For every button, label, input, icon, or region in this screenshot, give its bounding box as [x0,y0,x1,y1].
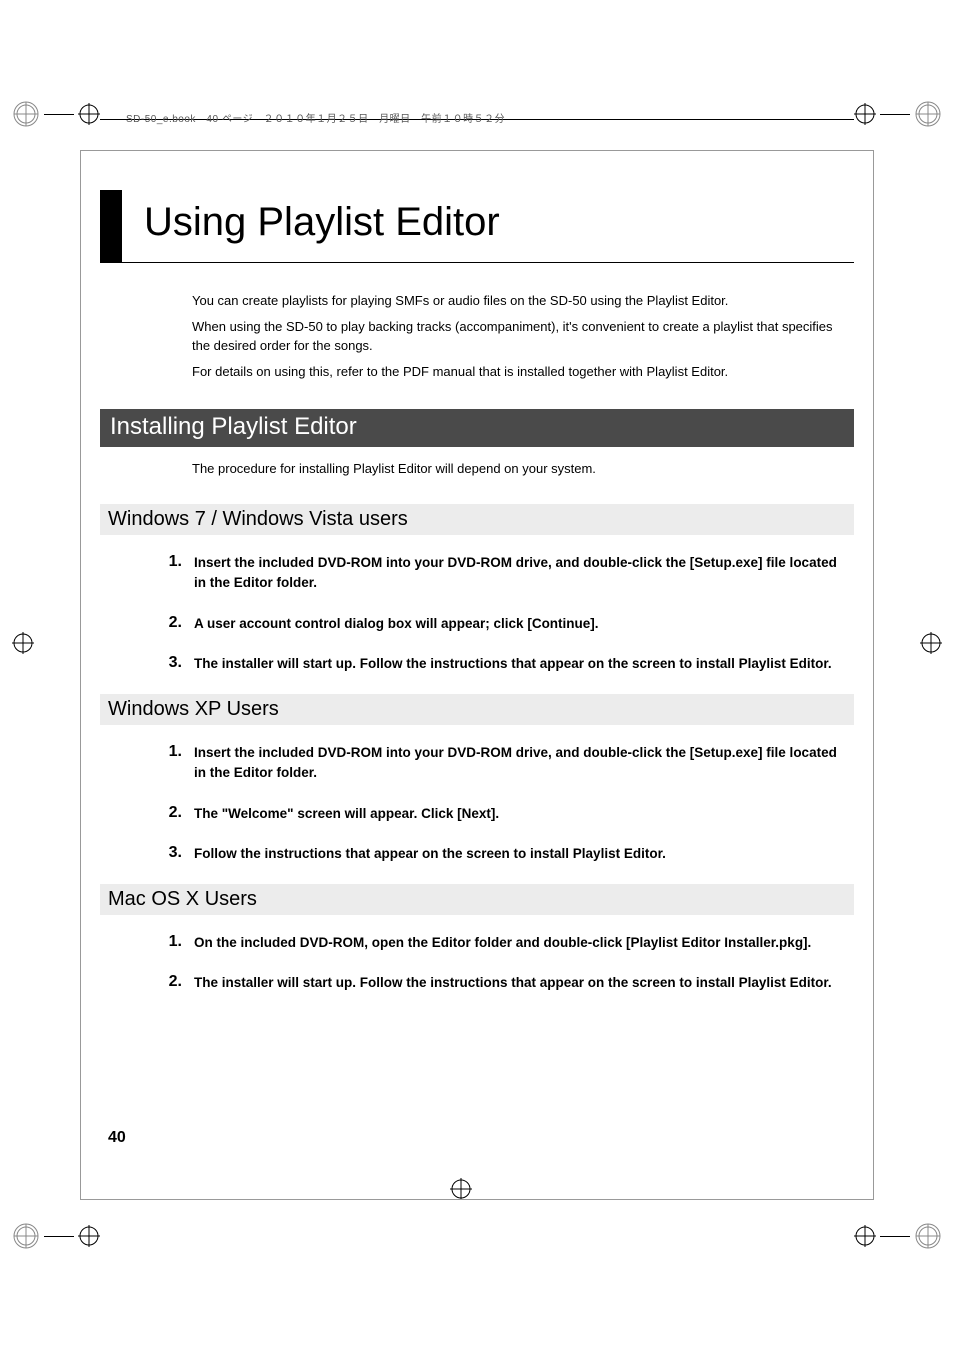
step-text: On the included DVD-ROM, open the Editor… [194,933,844,953]
steps-list: 1. On the included DVD-ROM, open the Edit… [160,933,844,994]
step-text: The "Welcome" screen will appear. Click … [194,804,844,824]
step-number: 2. [160,614,182,632]
subsection-heading: Mac OS X Users [100,884,854,915]
step-item: 1. Insert the included DVD-ROM into your … [160,553,844,594]
print-mark-icon [854,1222,942,1250]
subsection-heading: Windows XP Users [100,694,854,725]
step-text: The installer will start up. Follow the … [194,973,844,993]
step-text: The installer will start up. Follow the … [194,654,844,674]
step-item: 1. Insert the included DVD-ROM into your … [160,743,844,784]
step-text: Insert the included DVD-ROM into your DV… [194,743,844,784]
page-content: Using Playlist Editor You can create pla… [100,190,854,1014]
section-intro: The procedure for installing Playlist Ed… [192,461,854,476]
header-meta: SD-50_e.book 40 ページ ２０１０年１月２５日 月曜日 午前１０時… [126,110,505,125]
print-mark-icon [854,100,942,128]
step-number: 2. [160,804,182,822]
print-mark-icon [12,100,100,128]
step-number: 2. [160,973,182,991]
step-number: 1. [160,743,182,761]
page-number: 40 [108,1129,126,1147]
step-number: 1. [160,553,182,571]
step-item: 3. Follow the instructions that appear o… [160,844,844,864]
subsection-heading: Windows 7 / Windows Vista users [100,504,854,535]
section-heading: Installing Playlist Editor [100,409,854,447]
step-number: 3. [160,844,182,862]
step-item: 2. A user account control dialog box will… [160,614,844,634]
print-mark-icon [12,632,34,654]
step-text: Follow the instructions that appear on t… [194,844,844,864]
steps-list: 1. Insert the included DVD-ROM into your … [160,553,844,674]
intro-line: For details on using this, refer to the … [192,362,844,382]
print-mark-icon [12,1222,100,1250]
chapter-marker-icon [100,190,122,262]
step-text: Insert the included DVD-ROM into your DV… [194,553,844,594]
intro-block: You can create playlists for playing SMF… [192,291,844,381]
step-item: 2. The installer will start up. Follow th… [160,973,844,993]
print-mark-icon [450,1178,472,1200]
step-item: 3. The installer will start up. Follow th… [160,654,844,674]
step-item: 2. The "Welcome" screen will appear. Clic… [160,804,844,824]
chapter-title: Using Playlist Editor [144,190,500,254]
step-item: 1. On the included DVD-ROM, open the Edit… [160,933,844,953]
steps-list: 1. Insert the included DVD-ROM into your … [160,743,844,864]
step-number: 3. [160,654,182,672]
print-mark-icon [920,632,942,654]
step-text: A user account control dialog box will a… [194,614,844,634]
intro-line: You can create playlists for playing SMF… [192,291,844,311]
intro-line: When using the SD-50 to play backing tra… [192,317,844,356]
step-number: 1. [160,933,182,951]
chapter-heading: Using Playlist Editor [100,190,854,263]
